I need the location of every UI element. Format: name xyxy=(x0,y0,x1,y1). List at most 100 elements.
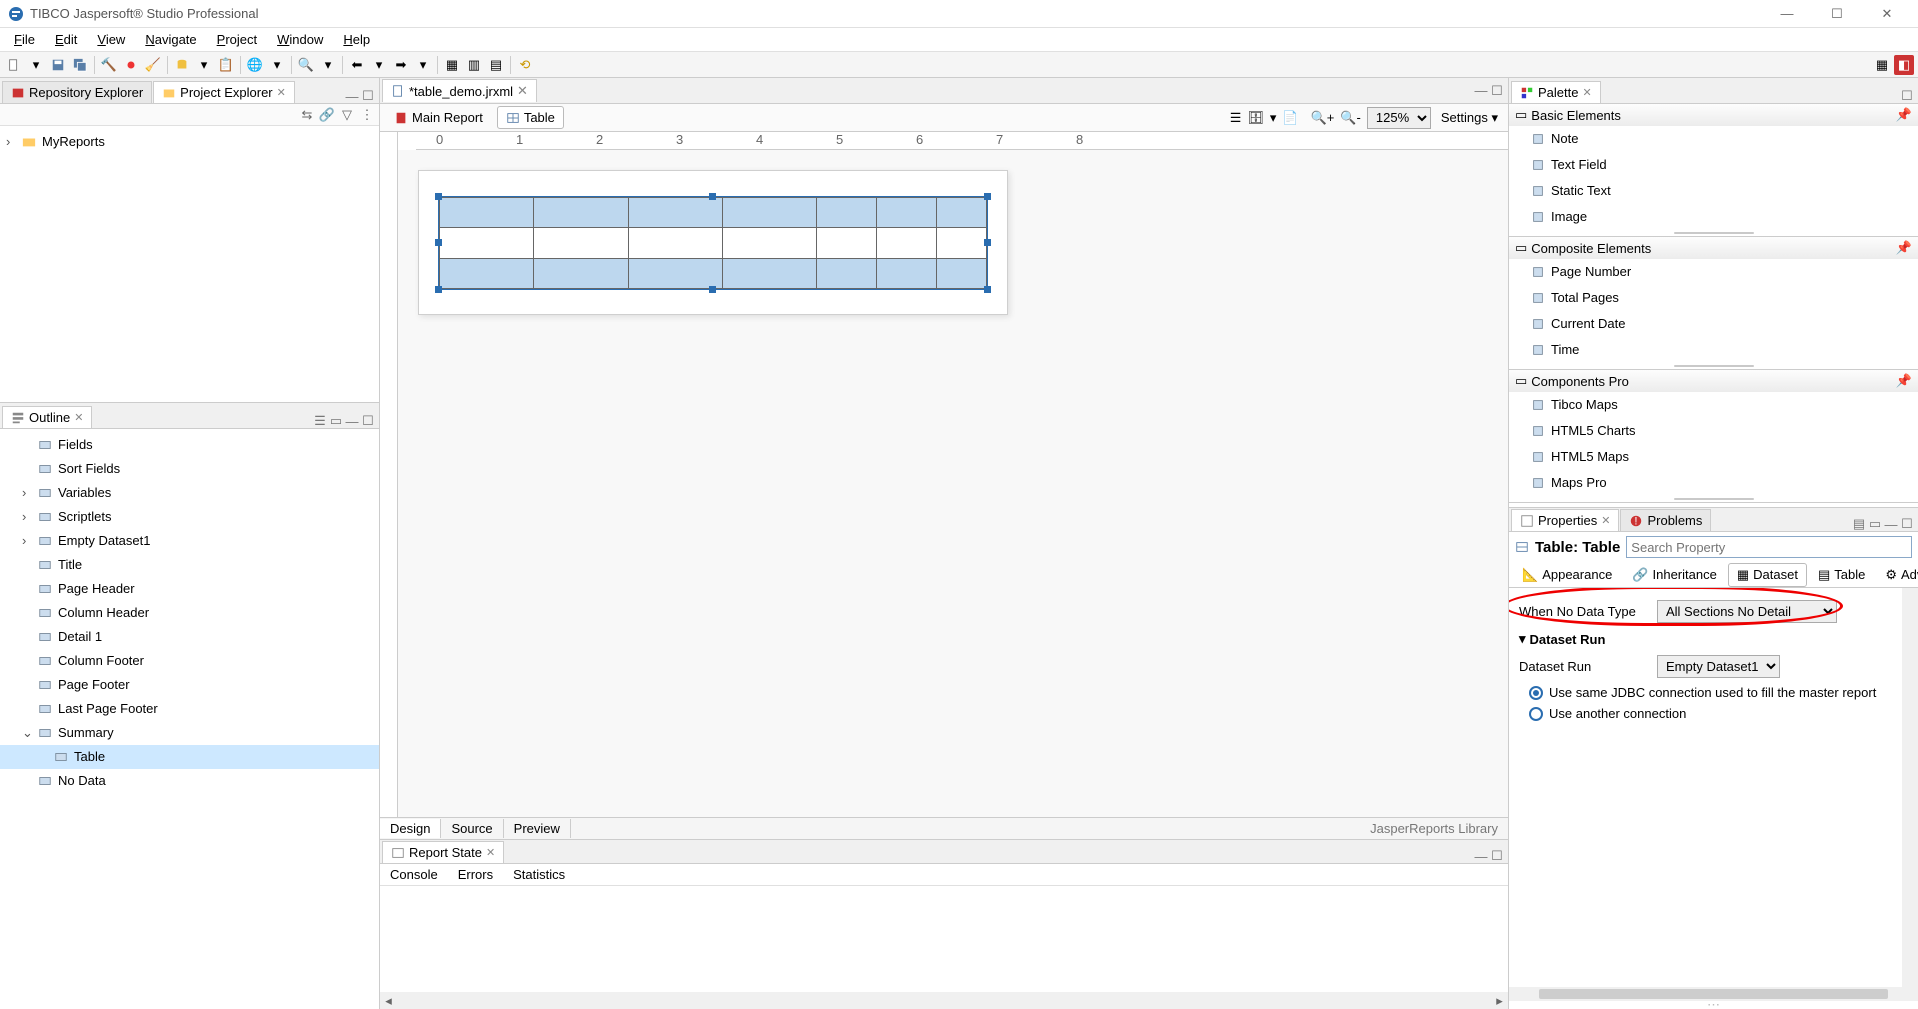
maximize-panel-icon[interactable]: ☐ xyxy=(361,89,375,103)
table-element[interactable] xyxy=(439,197,987,289)
subtab-advanced[interactable]: ⚙Advanced xyxy=(1876,563,1918,587)
subtab-table[interactable]: ▤Table xyxy=(1809,563,1874,587)
palette-item[interactable]: Text Field xyxy=(1509,152,1918,178)
data-dropdown[interactable]: ▾ xyxy=(1270,110,1277,126)
dataset-run-select[interactable]: Empty Dataset1 xyxy=(1657,655,1780,678)
outline-item[interactable]: ›Empty Dataset1 xyxy=(0,529,379,553)
tab-palette[interactable]: Palette ✕ xyxy=(1511,81,1601,103)
minimize-panel-icon[interactable]: — xyxy=(345,414,359,428)
close-icon[interactable]: ✕ xyxy=(74,411,83,424)
palette-item[interactable]: Static Text xyxy=(1509,178,1918,204)
tab-preview[interactable]: Preview xyxy=(504,819,571,838)
palette-item[interactable]: Maps Pro xyxy=(1509,470,1918,496)
menu-navigate[interactable]: Navigate xyxy=(135,30,206,49)
outline-item[interactable]: Detail 1 xyxy=(0,625,379,649)
outline-item[interactable]: Last Page Footer xyxy=(0,697,379,721)
palette-section-header[interactable]: ▭Basic Elements📌 xyxy=(1509,104,1918,126)
clean-icon[interactable]: 🧹 xyxy=(143,55,163,75)
palette-globe-icon[interactable]: 🌐 xyxy=(245,55,265,75)
collapse-icon[interactable]: ▾ xyxy=(1519,631,1526,647)
tab-properties[interactable]: Properties ✕ xyxy=(1511,509,1619,531)
close-icon[interactable]: ✕ xyxy=(1601,514,1610,527)
scrollbar-vertical[interactable] xyxy=(1902,588,1918,987)
props-icon1[interactable]: ▤ xyxy=(1852,517,1866,531)
tab-source[interactable]: Source xyxy=(441,819,503,838)
forward-icon[interactable]: ➡ xyxy=(391,55,411,75)
palette-item[interactable]: HTML5 Charts xyxy=(1509,418,1918,444)
resize-handle[interactable] xyxy=(1509,230,1918,236)
outline-item[interactable]: ›Variables xyxy=(0,481,379,505)
zoom-out-icon[interactable]: 🔍- xyxy=(1340,110,1361,126)
tab-project-explorer[interactable]: Project Explorer ✕ xyxy=(153,81,295,103)
palette-item[interactable]: Tibco Maps xyxy=(1509,392,1918,418)
palette-section-header[interactable]: ▭Composite Elements📌 xyxy=(1509,237,1918,259)
perspective2-icon[interactable]: ◧ xyxy=(1894,55,1914,75)
view1-icon[interactable]: ☰ xyxy=(1230,110,1242,126)
view-menu-icon[interactable]: ⋮ xyxy=(359,107,375,123)
perspective1-icon[interactable]: ▦ xyxy=(1872,55,1892,75)
radio-same-jdbc[interactable]: Use same JDBC connection used to fill th… xyxy=(1519,682,1892,703)
menu-edit[interactable]: Edit xyxy=(45,30,87,49)
tab-report-state[interactable]: Report State ✕ xyxy=(382,841,504,863)
back-dropdown[interactable]: ▾ xyxy=(369,55,389,75)
outline-item[interactable]: Sort Fields xyxy=(0,457,379,481)
menu-window[interactable]: Window xyxy=(267,30,333,49)
search-dropdown[interactable]: ▾ xyxy=(318,55,338,75)
scrollbar-horizontal[interactable]: ◂▸ xyxy=(380,992,1508,1009)
subtab-appearance[interactable]: 📐Appearance xyxy=(1513,563,1621,587)
maximize-panel-icon[interactable]: ☐ xyxy=(1490,84,1504,98)
design-canvas[interactable] xyxy=(398,150,1508,817)
new-dropdown-icon[interactable]: ▾ xyxy=(26,55,46,75)
outline-item[interactable]: ⌄Summary xyxy=(0,721,379,745)
search-icon[interactable]: 🔍 xyxy=(296,55,316,75)
pin-icon[interactable]: 📌 xyxy=(1896,107,1912,123)
save-icon[interactable] xyxy=(48,55,68,75)
resize-handle[interactable] xyxy=(1509,496,1918,502)
radio-another-connection[interactable]: Use another connection xyxy=(1519,703,1892,724)
close-icon[interactable]: ✕ xyxy=(277,86,286,99)
dataset-icon[interactable] xyxy=(172,55,192,75)
grid3-icon[interactable]: ▤ xyxy=(486,55,506,75)
save-all-icon[interactable] xyxy=(70,55,90,75)
compile-icon[interactable] xyxy=(121,55,141,75)
maximize-panel-icon[interactable]: ☐ xyxy=(1900,517,1914,531)
query-icon[interactable]: 📋 xyxy=(216,55,236,75)
palette-item[interactable]: Note xyxy=(1509,126,1918,152)
menu-file[interactable]: File xyxy=(4,30,45,49)
filter-icon[interactable]: ▽ xyxy=(339,107,355,123)
menu-project[interactable]: Project xyxy=(207,30,267,49)
collapse-all-icon[interactable]: ⇆ xyxy=(299,107,315,123)
maximize-panel-icon[interactable]: ☐ xyxy=(1900,89,1914,103)
tab-outline[interactable]: Outline ✕ xyxy=(2,406,92,428)
data-icon[interactable]: 🗄 xyxy=(1247,110,1264,126)
subtab-main-report[interactable]: Main Report xyxy=(386,107,491,128)
tab-errors[interactable]: Errors xyxy=(448,865,503,884)
palette-item[interactable]: HTML5 Maps xyxy=(1509,444,1918,470)
refresh-icon[interactable]: ⟲ xyxy=(515,55,535,75)
tab-design[interactable]: Design xyxy=(380,819,441,838)
palette-section-header[interactable]: ▭Components Pro📌 xyxy=(1509,370,1918,392)
menu-help[interactable]: Help xyxy=(333,30,380,49)
close-icon[interactable]: ✕ xyxy=(517,83,528,99)
menu-view[interactable]: View xyxy=(87,30,135,49)
forward-dropdown[interactable]: ▾ xyxy=(413,55,433,75)
subtab-dataset[interactable]: ▦Dataset xyxy=(1728,563,1807,587)
zoom-select[interactable]: 125% xyxy=(1367,107,1431,129)
zoom-in-icon[interactable]: 🔍+ xyxy=(1311,110,1335,126)
palette-item[interactable]: Total Pages xyxy=(1509,285,1918,311)
window-close[interactable]: ✕ xyxy=(1864,4,1910,24)
when-no-data-select[interactable]: All Sections No Detail xyxy=(1657,600,1837,623)
search-property-input[interactable] xyxy=(1626,536,1912,558)
props-icon2[interactable]: ▭ xyxy=(1868,517,1882,531)
palette-item[interactable]: Current Date xyxy=(1509,311,1918,337)
subtab-table[interactable]: Table xyxy=(497,106,564,129)
minimize-panel-icon[interactable]: — xyxy=(345,89,359,103)
close-icon[interactable]: ✕ xyxy=(1582,86,1591,99)
pin-icon[interactable]: 📌 xyxy=(1896,240,1912,256)
outline-item[interactable]: Column Footer xyxy=(0,649,379,673)
dataset-dropdown[interactable]: ▾ xyxy=(194,55,214,75)
tab-console[interactable]: Console xyxy=(380,865,448,884)
outline-item[interactable]: Title xyxy=(0,553,379,577)
minimize-panel-icon[interactable]: — xyxy=(1474,849,1488,863)
window-minimize[interactable]: — xyxy=(1764,4,1810,24)
